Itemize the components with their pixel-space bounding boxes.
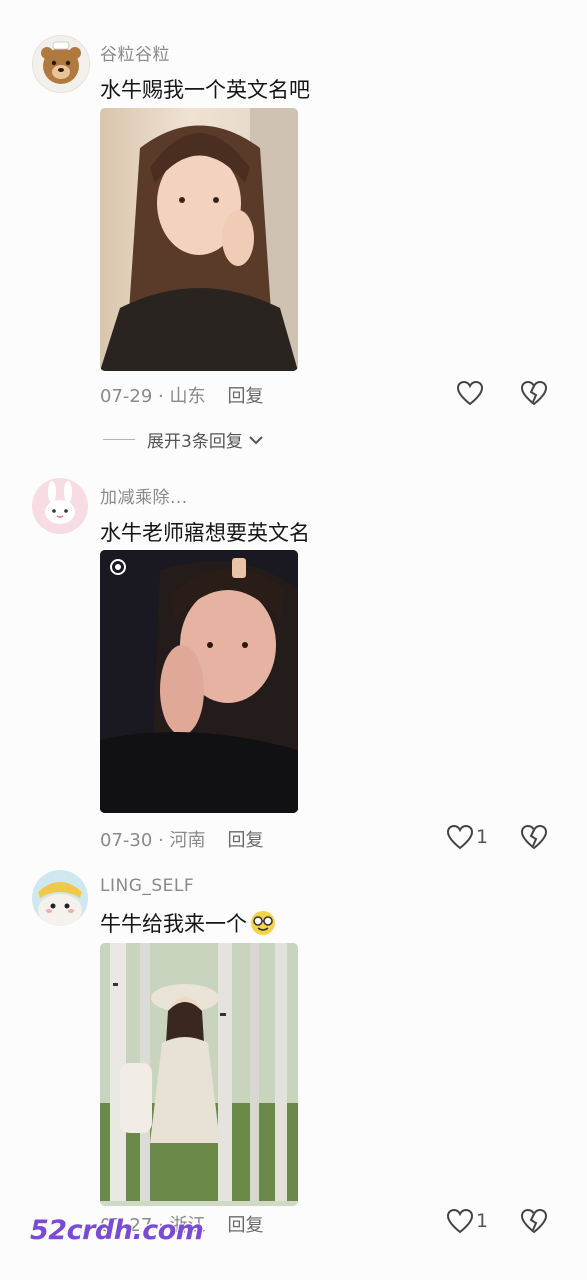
like-button[interactable] <box>456 380 484 406</box>
reply-button[interactable]: 回复 <box>227 386 263 407</box>
username[interactable]: 加减乘除... <box>100 483 188 508</box>
dislike-button[interactable] <box>520 824 548 854</box>
avatar[interactable] <box>32 870 88 926</box>
expand-replies-label: 展开3条回复 <box>147 432 243 452</box>
broken-heart-icon <box>520 1208 548 1234</box>
divider <box>103 439 135 440</box>
chevron-down-icon <box>249 435 263 444</box>
comment-photo[interactable] <box>100 550 298 813</box>
heart-outline-icon <box>446 824 474 850</box>
reply-button[interactable]: 回复 <box>227 830 263 851</box>
comment-photo[interactable] <box>100 108 298 371</box>
comment-text: 水牛赐我一个英文名吧 <box>100 78 310 102</box>
heart-outline-icon <box>456 380 484 406</box>
comment-text: 牛牛给我来一个 <box>100 908 277 938</box>
comment-text: 水牛老师寤想要英文名 <box>100 521 310 545</box>
date-location: 07-30 · 河南 <box>100 830 206 851</box>
avatar[interactable] <box>32 478 88 534</box>
comment-text-content: 牛牛给我来一个 <box>100 912 247 936</box>
broken-heart-icon <box>520 824 548 850</box>
username[interactable]: LING_SELF <box>100 876 194 896</box>
comment-meta: 07-29 · 山东 回复 <box>100 382 263 408</box>
like-button[interactable]: 1 <box>446 824 488 850</box>
like-button[interactable]: 1 <box>446 1208 488 1234</box>
date-location: 07-29 · 山东 <box>100 386 206 407</box>
smiling-face-with-glasses-emoji <box>251 911 275 935</box>
broken-heart-icon <box>520 380 548 406</box>
expand-replies-button[interactable]: 展开3条回复 <box>103 427 265 452</box>
comment-meta: 07-30 · 河南 回复 <box>100 826 263 852</box>
like-count: 1 <box>476 1210 489 1232</box>
dislike-button[interactable] <box>520 1208 548 1238</box>
comment-photo[interactable] <box>100 943 298 1206</box>
watermark: 52crdh.com <box>30 1215 204 1246</box>
avatar[interactable] <box>32 35 90 93</box>
reply-button[interactable]: 回复 <box>227 1215 263 1236</box>
like-count: 1 <box>476 826 489 848</box>
username[interactable]: 谷粒谷粒 <box>100 40 170 65</box>
dislike-button[interactable] <box>520 380 548 410</box>
heart-outline-icon <box>446 1208 474 1234</box>
